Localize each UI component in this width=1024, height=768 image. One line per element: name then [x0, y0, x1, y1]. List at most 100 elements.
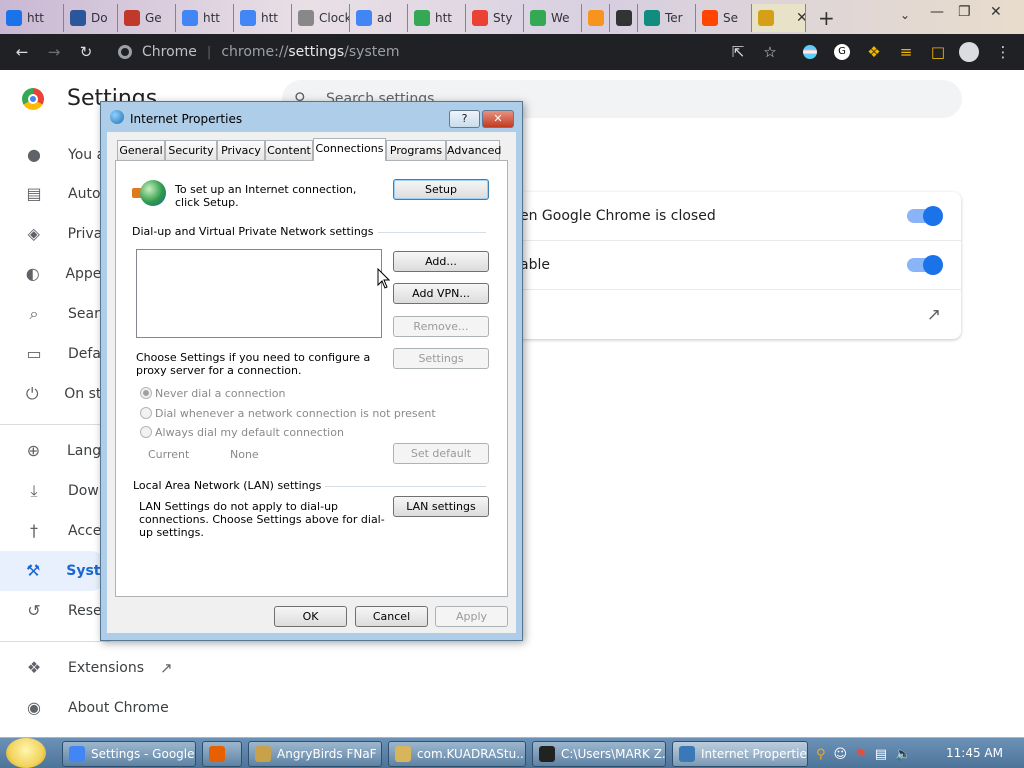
sidebar-item-about[interactable]: ◉ About Chrome [0, 688, 200, 728]
browser-tab[interactable]: Ter [638, 4, 696, 32]
add-vpn-button[interactable]: Add VPN... [393, 283, 489, 304]
cancel-button[interactable]: Cancel [355, 606, 428, 627]
radio-never-dial[interactable] [140, 387, 152, 399]
ghostery-extension-icon[interactable]: G [833, 43, 851, 61]
browser-tab[interactable]: htt [408, 4, 466, 32]
browser-tab[interactable]: Sty [466, 4, 524, 32]
back-icon[interactable]: ← [13, 43, 31, 61]
tab-advanced[interactable]: Advanced [446, 140, 501, 160]
setup-button[interactable]: Setup [393, 179, 489, 200]
help-button[interactable]: ? [449, 110, 480, 128]
sidebar-item[interactable]: ● You a [0, 135, 110, 175]
reading-list-icon[interactable]: ≡ [897, 43, 915, 61]
internet-globe-icon [110, 110, 124, 124]
tab-privacy[interactable]: Privacy [217, 140, 265, 160]
smiley-tray-icon[interactable]: ☺ [834, 747, 848, 762]
palette-icon: ◐ [25, 264, 40, 283]
tab-content[interactable]: Content [265, 140, 313, 160]
dialog-close-button[interactable]: ✕ [482, 110, 514, 128]
share-icon[interactable]: ⇱ [729, 43, 747, 61]
ph-icon [588, 10, 604, 26]
set-default-button[interactable]: Set default [393, 443, 489, 464]
chrome-logo [22, 88, 44, 110]
window-close-button[interactable]: ✕ [990, 4, 1002, 20]
browser-tab[interactable]: Ge [118, 4, 176, 32]
tab-close-icon[interactable]: ✕ [796, 10, 805, 26]
browser-tab[interactable]: htt [234, 4, 292, 32]
sidebar-item[interactable]: ⏻ On sta [0, 374, 110, 414]
side-panel-icon[interactable]: □ [929, 43, 947, 61]
menu-kebab-icon[interactable]: ⋮ [994, 43, 1012, 61]
settings-button[interactable]: Settings [393, 348, 489, 369]
flame-icon [124, 10, 140, 26]
sidebar-item[interactable]: ⊕ Langu [0, 431, 110, 471]
taskbar-app-icon [209, 746, 225, 762]
browser-tab[interactable]: ✕ [752, 4, 806, 32]
sidebar-item[interactable]: ⌕ Searc [0, 294, 110, 334]
tab-security[interactable]: Security [165, 140, 217, 160]
browser-tab[interactable]: Se [696, 4, 752, 32]
sidebar-item[interactable]: ↺ Reset [0, 591, 110, 631]
sidebar-item[interactable]: ⚒ Syste [0, 551, 110, 591]
mouse-cursor-icon [377, 268, 390, 289]
sidebar-item[interactable]: ◈ Privac [0, 214, 110, 254]
dial-option-never[interactable]: Never dial a connection [140, 386, 470, 402]
flag-extension-icon[interactable] [801, 43, 819, 61]
taskbar-button[interactable]: Settings - Google... [62, 741, 196, 767]
sidebar-item[interactable]: † Acces [0, 511, 110, 551]
radio-always-dial[interactable] [140, 426, 152, 438]
reload-icon[interactable]: ↻ [77, 43, 95, 61]
ok-button[interactable]: OK [274, 606, 347, 627]
forward-icon[interactable]: → [45, 43, 63, 61]
start-orb-icon[interactable] [6, 738, 46, 768]
lan-settings-button[interactable]: LAN settings [393, 496, 489, 517]
network-tray-icon[interactable]: ▤ [875, 747, 887, 762]
browser-tab[interactable]: htt [0, 4, 64, 32]
taskbar-button[interactable]: AngryBirds FNaF ... [248, 741, 382, 767]
connections-list[interactable] [136, 249, 382, 338]
sidebar-item-extensions[interactable]: ❖ Extensions ↗ [0, 648, 200, 688]
browser-tab[interactable]: Do [64, 4, 118, 32]
tab-general[interactable]: General [117, 140, 165, 160]
radio-dial-whenever[interactable] [140, 407, 152, 419]
clock[interactable]: 11:45 AM [946, 746, 1003, 760]
minimize-button[interactable]: — [930, 4, 944, 20]
sidebar-item[interactable]: ◐ Appea [0, 254, 110, 294]
action-center-flag-icon[interactable]: ⚑ [855, 747, 867, 762]
tab-connections[interactable]: Connections [313, 138, 386, 161]
dial-option-always[interactable]: Always dial my default connection [140, 425, 470, 441]
browser-tab[interactable] [610, 4, 638, 32]
search-tray-icon[interactable]: ⚲ [816, 747, 826, 762]
omnibox[interactable]: Chrome | chrome://settings/system [110, 37, 792, 67]
omnibox-divider: | [206, 44, 212, 60]
card-row-text: en Google Chrome is closed [520, 208, 716, 224]
sidebar-item[interactable]: ▭ Defau [0, 334, 110, 374]
dial-option-whenever[interactable]: Dial whenever a network connection is no… [140, 406, 470, 422]
sidebar-item[interactable]: ⤓ Down [0, 471, 110, 511]
clipboard-icon: ▤ [26, 184, 42, 203]
hardware-acceleration-toggle[interactable] [907, 255, 943, 275]
card-row-proxy-settings[interactable]: ↗ [510, 290, 961, 339]
tab-programs[interactable]: Programs [386, 140, 446, 160]
browser-tab[interactable]: Clock a [292, 4, 350, 32]
volume-tray-icon[interactable]: 🔈 [895, 747, 911, 762]
maximize-button[interactable]: ❐ [958, 4, 971, 20]
remove-button[interactable]: Remove... [393, 316, 489, 337]
tab-search-chevron-icon[interactable]: ⌄ [900, 8, 910, 22]
sidebar-item[interactable]: ▤ Autofi [0, 174, 110, 214]
taskbar-button[interactable]: Internet Properties [672, 741, 808, 767]
browser-tab[interactable]: PH [582, 4, 610, 32]
taskbar-button[interactable]: C:\Users\MARK Z... [532, 741, 666, 767]
new-tab-button[interactable]: + [818, 6, 835, 30]
bookmark-star-icon[interactable]: ☆ [761, 43, 779, 61]
taskbar-button[interactable]: com.KUADRAStu... [388, 741, 526, 767]
apply-button[interactable]: Apply [435, 606, 508, 627]
browser-tab[interactable]: htt [176, 4, 234, 32]
browser-tab[interactable]: ad [350, 4, 408, 32]
taskbar-button[interactable] [202, 741, 242, 767]
background-apps-toggle[interactable] [907, 206, 943, 226]
profile-avatar-icon[interactable] [959, 42, 979, 62]
puzzle-extension-icon[interactable]: ❖ [865, 43, 883, 61]
add-button[interactable]: Add... [393, 251, 489, 272]
browser-tab[interactable]: We [524, 4, 582, 32]
